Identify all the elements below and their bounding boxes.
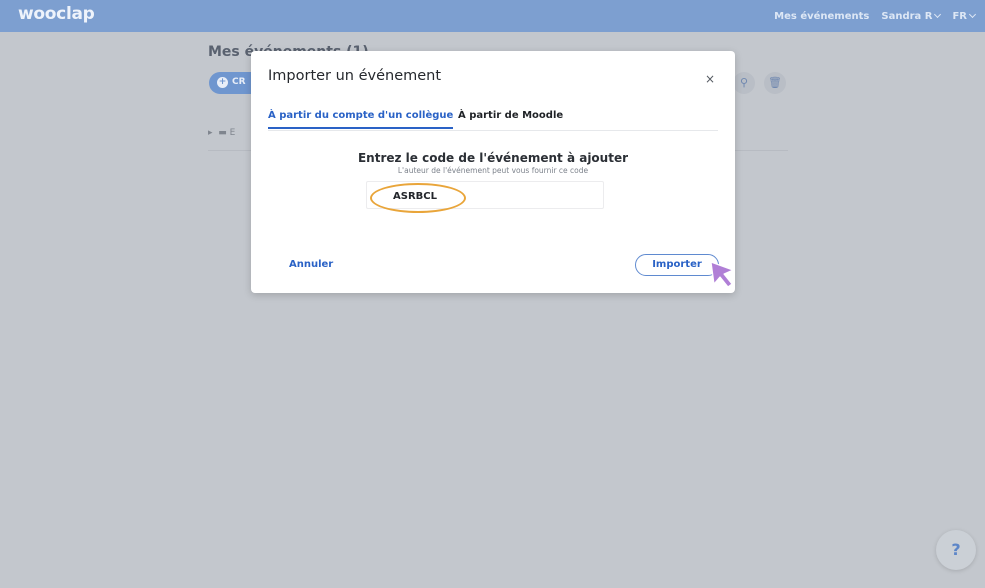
folder-label: E: [229, 128, 236, 138]
import-button[interactable]: Importer: [635, 254, 719, 276]
event-code-input[interactable]: ASRBCL: [366, 181, 604, 209]
cancel-button[interactable]: Annuler: [289, 259, 333, 270]
nav-language-menu[interactable]: FR: [952, 10, 977, 22]
help-button[interactable]: ?: [936, 530, 976, 570]
folder-icon: ▬: [218, 128, 227, 138]
nav-language-label: FR: [952, 11, 967, 22]
trash-icon[interactable]: 🗑: [764, 72, 786, 94]
nav-user-label: Sandra R: [881, 11, 933, 22]
chevron-down-icon: [934, 10, 942, 19]
import-tabs: À partir du compte d'un collègue À parti…: [268, 110, 718, 131]
top-bar: wooclap Mes événements Sandra R FR: [0, 0, 985, 32]
close-icon[interactable]: ×: [705, 72, 715, 86]
folder-row[interactable]: ▸ ▬ E: [208, 128, 235, 138]
nav-user-menu[interactable]: Sandra R: [881, 10, 942, 22]
app-logo[interactable]: wooclap: [18, 4, 95, 24]
modal-title: Importer un événement: [268, 68, 442, 84]
tab-moodle[interactable]: À partir de Moodle: [458, 110, 563, 127]
prompt-title: Entrez le code de l'événement à ajouter: [357, 151, 629, 165]
top-nav: Mes événements Sandra R FR: [774, 10, 977, 22]
import-event-modal: Importer un événement × À partir du comp…: [251, 51, 735, 293]
mouse-pointer-icon: [710, 261, 734, 288]
nav-my-events[interactable]: Mes événements: [774, 11, 869, 22]
chevron-down-icon: [968, 10, 977, 19]
plus-icon: +: [217, 77, 228, 88]
tab-colleague-account[interactable]: À partir du compte d'un collègue: [268, 110, 454, 129]
search-icon[interactable]: ⚲: [733, 72, 755, 94]
prompt-subtitle: L'auteur de l'événement peut vous fourni…: [397, 166, 589, 175]
create-button-label: CR: [232, 77, 246, 87]
